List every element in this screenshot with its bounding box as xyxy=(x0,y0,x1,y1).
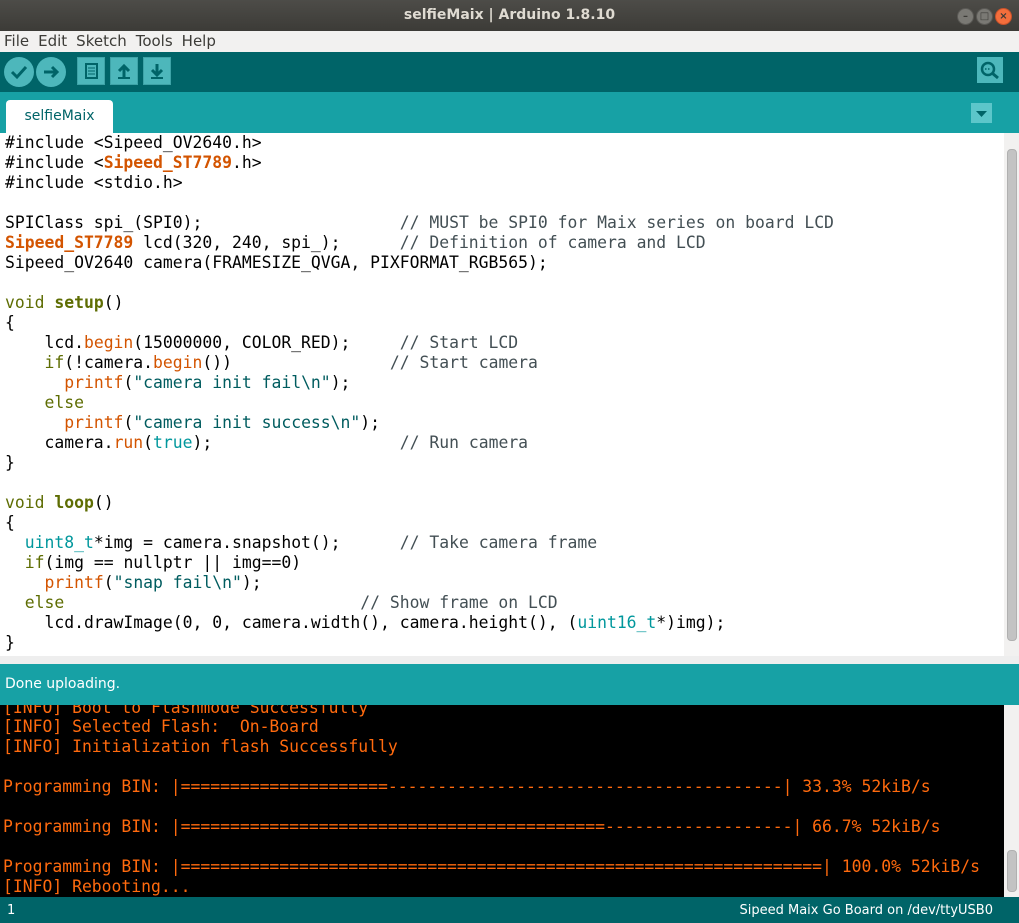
scrollbar-thumb[interactable] xyxy=(1007,149,1017,641)
code-line: printf("camera init fail\n"); xyxy=(64,373,351,392)
code-line: else xyxy=(44,393,84,412)
menu-help[interactable]: Help xyxy=(178,31,221,52)
code-line: #include <Sipeed_ST7789.h> xyxy=(5,153,262,172)
upload-button[interactable] xyxy=(36,57,66,87)
close-icon[interactable]: × xyxy=(995,8,1012,25)
tab-menu-button[interactable] xyxy=(971,103,992,123)
window-title: selfieMaix | Arduino 1.8.10 xyxy=(403,7,616,23)
menu-file[interactable]: File xyxy=(0,31,34,52)
code-line: } xyxy=(5,633,15,652)
console-line: Programming BIN: |=====================-… xyxy=(3,777,931,796)
code-line: else // Show frame on LCD xyxy=(24,593,558,612)
console-line: Programming BIN: |======================… xyxy=(3,857,980,876)
check-icon xyxy=(10,65,28,80)
editor-scrollbar[interactable] xyxy=(1004,133,1019,656)
save-button[interactable] xyxy=(143,57,171,85)
code-line: printf("snap fail\n"); xyxy=(44,573,262,592)
code-line: if(!camera.begin()) // Start camera xyxy=(44,353,538,372)
verify-button[interactable] xyxy=(4,57,34,87)
console-line: Programming BIN: |======================… xyxy=(3,817,941,836)
console-line: [INFO] Rebooting... xyxy=(3,877,191,896)
code-line: #include <stdio.h> xyxy=(5,173,183,192)
board-port-label: Sipeed Maix Go Board on /dev/ttyUSB0 xyxy=(739,903,994,918)
code-line: } xyxy=(5,453,15,472)
menu-sketch[interactable]: Sketch xyxy=(72,31,132,52)
serial-monitor-button[interactable] xyxy=(977,57,1003,83)
menu-edit[interactable]: Edit xyxy=(34,31,72,52)
footer-bar: 1 Sipeed Maix Go Board on /dev/ttyUSB0 xyxy=(0,897,1019,923)
status-message: Done uploading. xyxy=(5,676,121,692)
console-line: [INFO] Initialization flash Successfully xyxy=(3,737,398,756)
code-line: printf("camera init success\n"); xyxy=(64,413,381,432)
code-line: { xyxy=(5,513,15,532)
code-line: #include <Sipeed_OV2640.h> xyxy=(5,133,262,152)
status-bar: Done uploading. xyxy=(0,664,1019,705)
code-line: void setup() xyxy=(5,293,124,312)
code-line: void loop() xyxy=(5,493,114,512)
split-divider[interactable] xyxy=(0,656,1019,664)
code-line: SPIClass spi_(SPI0); // MUST be SPI0 for… xyxy=(5,213,834,232)
code-line: if(img == nullptr || img==0) xyxy=(24,553,302,572)
minimize-icon[interactable]: – xyxy=(957,8,974,25)
menu-tools[interactable]: Tools xyxy=(132,31,178,52)
tab-bar: selfieMaix xyxy=(0,92,1019,133)
code-line: uint8_t*img = camera.snapshot(); // Take… xyxy=(24,533,598,552)
new-file-icon xyxy=(85,63,98,79)
scrollbar-thumb[interactable] xyxy=(1007,850,1017,892)
arrow-down-icon xyxy=(150,64,164,79)
code-line: lcd.drawImage(0, 0, camera.width(), came… xyxy=(5,613,726,632)
toolbar xyxy=(0,52,1019,92)
code-line: { xyxy=(5,313,15,332)
code-editor[interactable]: #include <Sipeed_OV2640.h> #include <Sip… xyxy=(0,133,1004,656)
code-line: Sipeed_OV2640 camera(FRAMESIZE_QVGA, PIX… xyxy=(5,253,548,272)
magnifier-icon xyxy=(980,61,999,80)
console-output[interactable]: [INFO] Boot to Flashmode Successfully [I… xyxy=(0,705,1004,897)
code-line: camera.run(true); // Run camera xyxy=(5,433,529,452)
tab-selfiemaix[interactable]: selfieMaix xyxy=(6,100,113,133)
chevron-down-icon xyxy=(976,111,987,117)
line-number: 1 xyxy=(7,903,16,918)
code-line: Sipeed_ST7789 lcd(320, 240, spi_); // De… xyxy=(5,233,706,252)
code-line: lcd.begin(15000000, COLOR_RED); // Start… xyxy=(5,333,519,352)
menu-bar: File Edit Sketch Tools Help xyxy=(0,31,1019,52)
new-button[interactable] xyxy=(77,57,105,85)
window-titlebar: selfieMaix | Arduino 1.8.10 – □ × xyxy=(0,0,1019,31)
maximize-icon[interactable]: □ xyxy=(976,8,993,25)
console-scrollbar[interactable] xyxy=(1004,705,1019,897)
arrow-right-icon xyxy=(44,65,60,79)
open-button[interactable] xyxy=(110,57,138,85)
arrow-up-icon xyxy=(117,63,131,79)
console-line: [INFO] Selected Flash: On-Board xyxy=(3,717,319,736)
